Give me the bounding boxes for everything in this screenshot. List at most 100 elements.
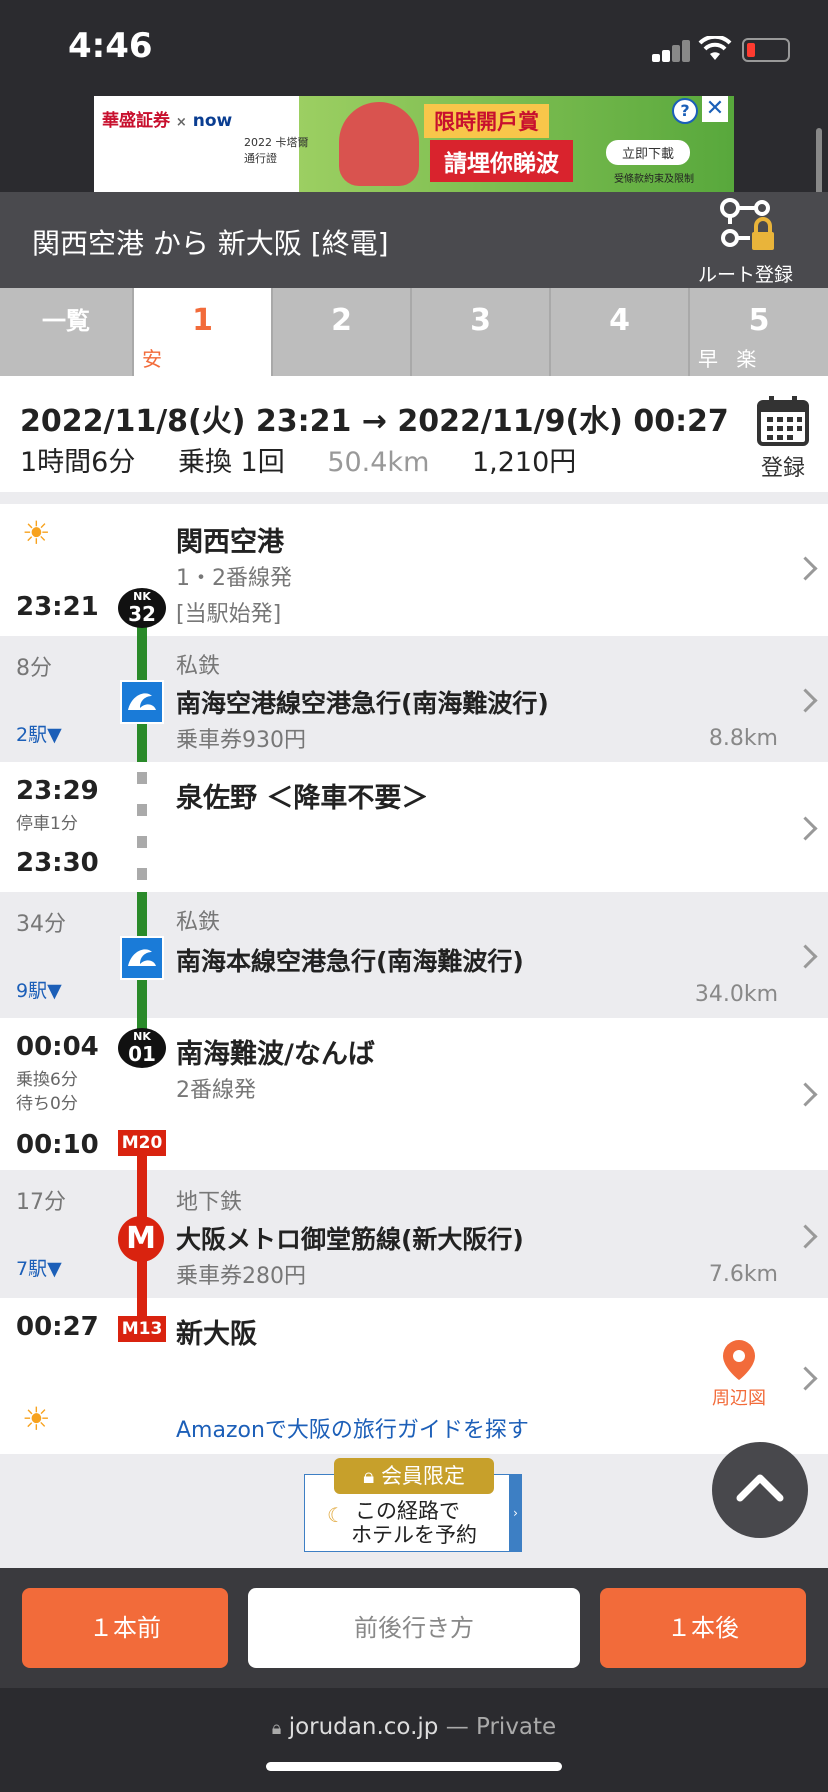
tab-label: 一覧	[42, 307, 90, 335]
chevron-right-icon	[793, 556, 818, 581]
battery-icon	[742, 38, 790, 62]
ad-brand-logo: 華盛証券 × now	[102, 111, 233, 131]
route-header: 関西空港 から 新大阪 [終電] ルート登録	[0, 192, 828, 288]
before-after-routes-button[interactable]: 前後行き方	[248, 1588, 580, 1668]
calendar-register-label: 登録	[760, 456, 805, 481]
departure-time: 23:30	[16, 848, 99, 878]
nearby-map-button[interactable]: 周辺図	[704, 1338, 774, 1414]
bottom-nav-bar: １本前 前後行き方 １本後	[0, 1568, 828, 1688]
route-summary: 2022/11/8(火) 23:21 → 2022/11/9(水) 00:27 …	[0, 376, 828, 494]
tab-route-3[interactable]: 3	[412, 288, 551, 376]
ad-mascot	[339, 102, 419, 186]
chevron-right-icon	[793, 1366, 818, 1391]
chevron-right-icon	[793, 1224, 818, 1249]
station-namba[interactable]: 00:04 乗換6分 待ち0分 00:10 NK 01 M20 南海難波/なんば …	[0, 1018, 828, 1172]
line-segment-nankai-airport[interactable]: 8分 2駅▼ 私鉄 南海空港線空港急行(南海難波行) 乗車券930円 8.8km	[0, 636, 828, 762]
tab-list[interactable]: 一覧	[0, 288, 134, 376]
ad-note: 受條款約束及限制	[614, 174, 694, 185]
segment-distance: 8.8km	[708, 726, 778, 751]
ad-banner[interactable]: 華盛証券 × now 2022 卡塔爾 通行證 限時開戶賞 請埋你睇波 立即下載…	[94, 96, 734, 192]
tab-label: 1	[192, 303, 213, 338]
chevron-right-icon	[793, 944, 818, 969]
dotted-line	[137, 772, 147, 892]
map-pin-icon	[723, 1340, 755, 1380]
route-datetime: 2022/11/8(火) 23:21 → 2022/11/9(水) 00:27	[20, 404, 729, 439]
route-register-button[interactable]: ルート登録	[696, 192, 816, 288]
calendar-icon	[757, 396, 809, 446]
ad-cta-button[interactable]: 立即下載	[606, 140, 691, 165]
url-text[interactable]: 🔒︎ jorudan.co.jp — Private	[0, 1714, 828, 1740]
arrival-time: 23:29	[16, 776, 99, 806]
ad-close-icon[interactable]: ✕	[702, 96, 728, 122]
scroll-to-top-button[interactable]	[712, 1442, 808, 1538]
chevron-right-icon	[793, 1082, 818, 1107]
station-shin-osaka[interactable]: 00:27 M13 新大阪 周辺図 ☀ Amazonで大阪の旅行ガイドを探す	[0, 1298, 828, 1454]
moon-icon: ☾	[327, 1503, 345, 1527]
signal-icon	[652, 40, 690, 62]
arrival-time: 00:27	[16, 1312, 99, 1342]
segment-stops-toggle[interactable]: 7駅▼	[16, 1254, 62, 1281]
next-train-button[interactable]: １本後	[600, 1588, 806, 1668]
nankai-logo-icon	[120, 936, 164, 980]
tab-route-5[interactable]: 5 早 楽	[690, 288, 828, 376]
tab-route-2[interactable]: 2	[273, 288, 412, 376]
browser-url-bar[interactable]: 🔒︎ jorudan.co.jp — Private	[0, 1688, 828, 1792]
segment-type: 私鉄	[176, 910, 221, 935]
ad-headline2: 請埋你睇波	[430, 140, 573, 182]
sun-icon: ☀	[22, 1400, 51, 1438]
calendar-register-button[interactable]: 登録	[752, 396, 814, 484]
home-indicator[interactable]	[266, 1762, 562, 1771]
departure-time: 23:21	[16, 592, 99, 622]
station-code-badge: NK 32	[118, 588, 166, 628]
nankai-logo-icon	[120, 680, 164, 724]
segment-ticket: 乗車券280円	[176, 1264, 306, 1289]
segment-line-name: 大阪メトロ御堂筋線(新大阪行)	[176, 1225, 524, 1254]
station-name: 南海難波/なんば	[176, 1039, 375, 1070]
chevron-right-icon	[793, 816, 818, 841]
departure-time: 00:10	[16, 1130, 99, 1160]
segment-distance: 7.6km	[708, 1262, 778, 1287]
tab-route-1[interactable]: 1安	[134, 288, 273, 376]
segment-ticket: 乗車券930円	[176, 728, 306, 753]
segment-type: 私鉄	[176, 654, 221, 679]
ad-headline1: 限時開戶賞	[424, 104, 549, 138]
route-fare: 1,210円	[471, 447, 577, 478]
status-time: 4:46	[68, 26, 153, 66]
station-izumisano[interactable]: 23:29 停車1分 23:30 泉佐野 ＜降車不要＞	[0, 762, 828, 894]
segment-duration: 17分	[16, 1190, 66, 1215]
segment-duration: 8分	[16, 656, 52, 681]
line-segment-midosuji[interactable]: 17分 7駅▼ M 地下鉄 大阪メトロ御堂筋線(新大阪行) 乗車券280円 7.…	[0, 1170, 828, 1298]
amazon-guide-link[interactable]: Amazonで大阪の旅行ガイドを探す	[176, 1412, 529, 1444]
segment-line-name: 南海本線空港急行(南海難波行)	[176, 947, 524, 976]
segment-stops-toggle[interactable]: 9駅▼	[16, 976, 62, 1003]
members-only-badge: 🔒︎ 会員限定	[334, 1458, 494, 1494]
tab-badge: 安	[142, 347, 168, 371]
station-name: 新大阪	[176, 1319, 257, 1350]
ad-sub: 2022 卡塔爾 通行證	[244, 136, 309, 165]
station-kansai-airport[interactable]: ☀ 23:21 NK 32 関西空港 1・2番線発 [当駅始発]	[0, 504, 828, 638]
tab-label: 3	[470, 303, 491, 338]
segment-stops-toggle[interactable]: 2駅▼	[16, 720, 62, 747]
hotel-arrow-tab: ›	[509, 1475, 522, 1551]
station-code-badge: NK 01	[118, 1028, 166, 1068]
url-private-label: — Private	[438, 1714, 557, 1740]
route-stats: 1時間6分 乗換 1回 50.4km 1,210円	[20, 440, 610, 479]
sun-icon: ☀	[22, 514, 51, 552]
route-lock-icon	[720, 198, 774, 250]
stop-duration: 停車1分	[16, 814, 78, 834]
route-duration: 1時間6分	[20, 447, 136, 478]
previous-train-button[interactable]: １本前	[22, 1588, 228, 1668]
tab-route-4[interactable]: 4	[551, 288, 690, 376]
tab-label: 4	[609, 303, 630, 338]
segment-distance: 34.0km	[694, 982, 778, 1007]
station-platform: 2番線発	[176, 1078, 256, 1103]
station-name: 泉佐野 ＜降車不要＞	[176, 783, 429, 814]
ad-help-icon[interactable]: ?	[672, 98, 698, 124]
arrival-time: 00:04	[16, 1032, 99, 1062]
hotel-promo-area: ☾ この経路で ホテルを予約 › 🔒︎ 会員限定	[0, 1454, 828, 1568]
route-distance: 50.4km	[327, 447, 430, 478]
line-segment-nankai-main[interactable]: 34分 9駅▼ 私鉄 南海本線空港急行(南海難波行) 34.0km	[0, 892, 828, 1018]
transfer-time: 乗換6分	[16, 1070, 78, 1090]
station-platform: 1・2番線発	[176, 566, 292, 591]
chevron-right-icon	[793, 688, 818, 713]
